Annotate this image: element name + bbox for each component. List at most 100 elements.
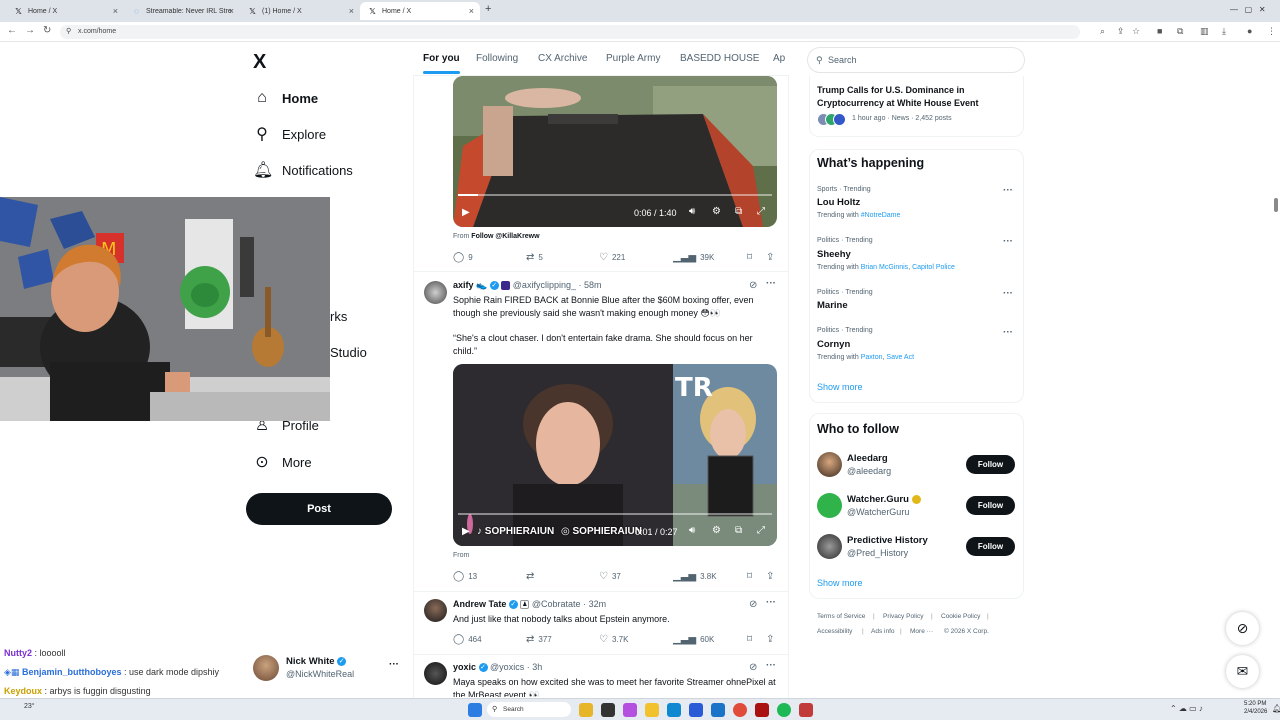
copilot-icon[interactable] (623, 703, 637, 717)
play-icon[interactable]: ▶ (462, 526, 470, 537)
footer-privacy[interactable]: Privacy Policy (883, 613, 923, 620)
trend-name[interactable]: Sheehy (817, 249, 851, 260)
tweet-more-icon[interactable]: ··· (766, 278, 776, 289)
suggestion-name[interactable]: Aleedarg (847, 453, 888, 464)
bookmark-button[interactable]: ⌑ (747, 571, 752, 582)
tweet-time[interactable]: 3h (532, 662, 542, 672)
fullscreen-icon[interactable]: ⤢ (757, 206, 765, 217)
follow-button[interactable]: Follow (966, 496, 1015, 515)
share-icon[interactable]: ⇪ (1117, 26, 1125, 37)
footer-ads[interactable]: Ads info (871, 628, 895, 635)
nav-notifications[interactable]: 🔔︎ Notifications (253, 155, 353, 185)
pip-icon[interactable]: ⧉ (735, 206, 742, 217)
footer-terms[interactable]: Terms of Service (817, 613, 865, 620)
sidebar-icon[interactable]: ▥ (1200, 26, 1209, 37)
tweet-2-avatar[interactable] (424, 281, 447, 304)
settings-gear-icon[interactable]: ⚙ (712, 206, 721, 217)
store-icon[interactable] (689, 703, 703, 717)
account-avatar[interactable] (253, 655, 279, 681)
grok-icon[interactable]: ⊘ (749, 662, 757, 673)
close-tab-icon[interactable]: × (349, 6, 354, 16)
tweet-3-avatar[interactable] (424, 599, 447, 622)
footer-accessibility[interactable]: Accessibility (817, 628, 852, 635)
task-view-icon[interactable] (601, 703, 615, 717)
browser-menu-icon[interactable]: ⋮ (1267, 26, 1276, 37)
account-more-icon[interactable]: ··· (389, 659, 399, 670)
volume-icon[interactable]: 🔊︎ (689, 206, 695, 217)
outlook-icon[interactable] (711, 703, 725, 717)
share-button[interactable]: ⇪ (766, 252, 774, 263)
views-button[interactable]: ▁▃▅ 39K (673, 252, 714, 263)
site-info-icon[interactable]: ⚲ (66, 25, 71, 39)
start-menu-icon[interactable] (468, 703, 482, 717)
calculator-icon[interactable] (799, 703, 813, 717)
news-headline[interactable]: Trump Calls for U.S. Dominance in Crypto… (817, 84, 1017, 109)
bookmark-star-icon[interactable]: ☆ (1132, 26, 1140, 37)
tweet-4-avatar[interactable] (424, 662, 447, 685)
share-button[interactable]: ⇪ (766, 634, 774, 645)
suggestion-avatar[interactable] (817, 534, 842, 559)
grok-icon[interactable]: ⊘ (749, 599, 757, 610)
tab-purple-army[interactable]: Purple Army (606, 53, 660, 64)
suggestion-avatar[interactable] (817, 493, 842, 518)
footer-cookie[interactable]: Cookie Policy (941, 613, 980, 620)
download-icon[interactable]: ⤓ (1222, 26, 1226, 37)
author-name[interactable]: axify (453, 280, 474, 290)
follow-button[interactable]: Follow (966, 537, 1015, 556)
repost-button[interactable]: ⇄ 5 (526, 252, 543, 263)
suggestion-name[interactable]: Watcher.Guru (847, 494, 921, 505)
browser-tab-3[interactable]: 𝕏 (1) Home / X × (240, 2, 360, 20)
author-handle[interactable]: @Cobratate (532, 599, 581, 609)
trend-link[interactable]: Paxton (861, 354, 883, 361)
puzzle-icon[interactable]: ⧉ (1177, 26, 1183, 37)
tweet-2-video[interactable]: TR ♪ SOPHIERAIUN ◎ SOPHIERAIUN ▶ 0:01 / … (453, 364, 777, 546)
trend-name[interactable]: Lou Holtz (817, 197, 860, 208)
views-button[interactable]: ▁▃▅ 60K (673, 634, 714, 645)
new-tab-button[interactable]: + (485, 3, 491, 15)
profile-avatar-icon[interactable]: ● (1247, 26, 1252, 36)
edge-icon[interactable] (667, 703, 681, 717)
reply-button[interactable]: ◯ 13 (453, 571, 477, 582)
author-handle[interactable]: @axifyclipping_ (513, 280, 576, 290)
settings-gear-icon[interactable]: ⚙ (712, 525, 721, 536)
post-button[interactable]: Post (246, 493, 392, 525)
fullscreen-icon[interactable]: ⤢ (757, 525, 765, 536)
trends-show-more[interactable]: Show more (817, 382, 863, 392)
trend-link[interactable]: Brian McGinnis (861, 264, 908, 271)
x-logo[interactable]: X (253, 51, 266, 74)
like-button[interactable]: ♡ 221 (599, 252, 625, 263)
tray-icons[interactable]: ⌃ ☁ ▭ ♪ (1170, 704, 1203, 713)
nav-creator-studio[interactable]: Studio (330, 337, 367, 367)
trend-name[interactable]: Marine (817, 300, 848, 311)
tweet-1-video[interactable]: ▶ 0:06 / 1:40 🔊︎ ⚙ ⧉ ⤢ (453, 76, 777, 227)
nav-explore[interactable]: ⚲ Explore (253, 119, 326, 149)
forward-icon[interactable]: → (25, 25, 35, 36)
follow-button[interactable]: Follow (966, 455, 1015, 474)
tweet-more-icon[interactable]: ··· (766, 597, 776, 608)
suggestion-name[interactable]: Predictive History (847, 535, 928, 546)
repost-button[interactable]: ⇄ (526, 571, 538, 582)
tab-overflow[interactable]: Ap (773, 53, 785, 64)
tab-for-you[interactable]: For you (423, 53, 460, 74)
tab-following[interactable]: Following (476, 53, 518, 64)
weather-widget[interactable]: 23° (24, 703, 35, 710)
author-name[interactable]: Andrew Tate (453, 599, 506, 609)
reply-button[interactable]: ◯ 464 (453, 634, 482, 645)
tab-cx-archive[interactable]: CX Archive (538, 53, 587, 64)
file-explorer-icon[interactable] (645, 703, 659, 717)
window-controls[interactable]: — ▢ ✕ (1230, 5, 1266, 14)
tab-basedd-house[interactable]: BASEDD HOUSE (680, 53, 759, 64)
trend-link[interactable]: #NotreDame (861, 212, 901, 219)
trend-more-icon[interactable]: ··· (1003, 288, 1013, 299)
tweet-time[interactable]: 58m (584, 280, 602, 290)
browser-tab-4[interactable]: 𝕏 Home / X × (360, 2, 480, 20)
browser-tab-2[interactable]: ◌ Streamable: Never IRL Stream ... × (124, 2, 240, 20)
trend-link[interactable]: Save Act (886, 354, 914, 361)
video-progress-bar[interactable] (458, 513, 772, 515)
repost-button[interactable]: ⇄ 377 (526, 634, 552, 645)
back-icon[interactable]: ← (7, 25, 17, 36)
nav-bookmarks[interactable]: rks (330, 301, 347, 331)
extension-icon[interactable]: ■ (1157, 26, 1162, 36)
browser-tab-1[interactable]: 𝕏 Home / X × (6, 2, 124, 20)
close-tab-icon[interactable]: × (469, 6, 474, 16)
